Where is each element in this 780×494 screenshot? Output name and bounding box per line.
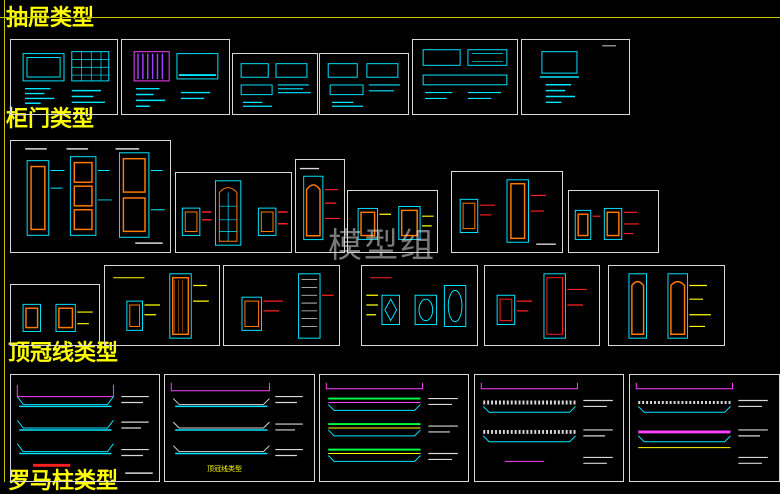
crown-molding-drawing-4 — [480, 382, 613, 464]
drawer-sheet-2[interactable] — [121, 39, 230, 115]
crown-molding-sheet-2[interactable]: 顶冠线类型 — [164, 374, 315, 482]
watermark: 模型组 — [328, 226, 436, 266]
drawer-sheet-3[interactable] — [232, 53, 318, 115]
drawer-drawing-2 — [133, 51, 219, 107]
crown-molding-sheet-3[interactable] — [319, 374, 469, 482]
cabinet-door-drawing-12 — [628, 273, 711, 339]
guide-line-top — [0, 17, 780, 18]
crown-molding-sheet-4[interactable] — [474, 374, 624, 482]
crown-molding-caption: 顶冠线类型 — [207, 465, 242, 473]
crown-molding-drawing-5 — [635, 382, 768, 464]
cabinet-door-sheet-7[interactable] — [10, 284, 100, 346]
cabinet-door-sheet-9[interactable] — [223, 265, 340, 346]
cabinet-door-drawing-8 — [113, 273, 209, 339]
drawer-sheet-1[interactable] — [10, 39, 118, 115]
cabinet-door-drawing-5 — [459, 179, 556, 245]
crown-molding-sheet-5[interactable] — [629, 374, 780, 482]
drawer-drawing-3 — [240, 63, 311, 107]
crown-molding-drawing-1 — [16, 384, 153, 474]
cabinet-door-sheet-12[interactable] — [608, 265, 725, 346]
cabinet-door-drawing-11 — [496, 273, 587, 339]
cabinet-door-sheet-5[interactable] — [451, 171, 563, 253]
cabinet-door-drawing-10 — [366, 277, 467, 327]
cabinet-door-sheet-11[interactable] — [484, 265, 600, 346]
drawer-drawing-4 — [327, 63, 400, 107]
guide-line-left — [4, 0, 5, 482]
crown-molding-drawing-3 — [325, 382, 458, 462]
cabinet-door-drawing-2 — [181, 180, 288, 246]
drawer-drawing-5 — [422, 49, 508, 100]
cabinet-door-sheet-2[interactable] — [175, 172, 292, 253]
drawer-sheet-6[interactable] — [521, 39, 630, 115]
cabinet-door-drawing-6 — [574, 207, 640, 240]
drawer-sheet-4[interactable] — [319, 53, 409, 115]
cabinet-door-sheet-8[interactable] — [104, 265, 220, 346]
drawer-drawing-1 — [22, 51, 110, 105]
crown-molding-sheet-1[interactable] — [10, 374, 160, 482]
cabinet-door-drawing-9 — [241, 273, 334, 339]
section-title-drawer: 抽屉类型 — [6, 5, 95, 31]
drawer-drawing-6 — [539, 45, 616, 104]
cabinet-door-sheet-10[interactable] — [361, 265, 478, 346]
drawer-sheet-5[interactable] — [412, 39, 518, 115]
cabinet-door-drawing-7 — [22, 303, 93, 332]
cabinet-door-drawing-1 — [25, 148, 165, 244]
cabinet-door-sheet-6[interactable] — [568, 190, 659, 253]
cabinet-door-sheet-1[interactable] — [10, 140, 171, 253]
